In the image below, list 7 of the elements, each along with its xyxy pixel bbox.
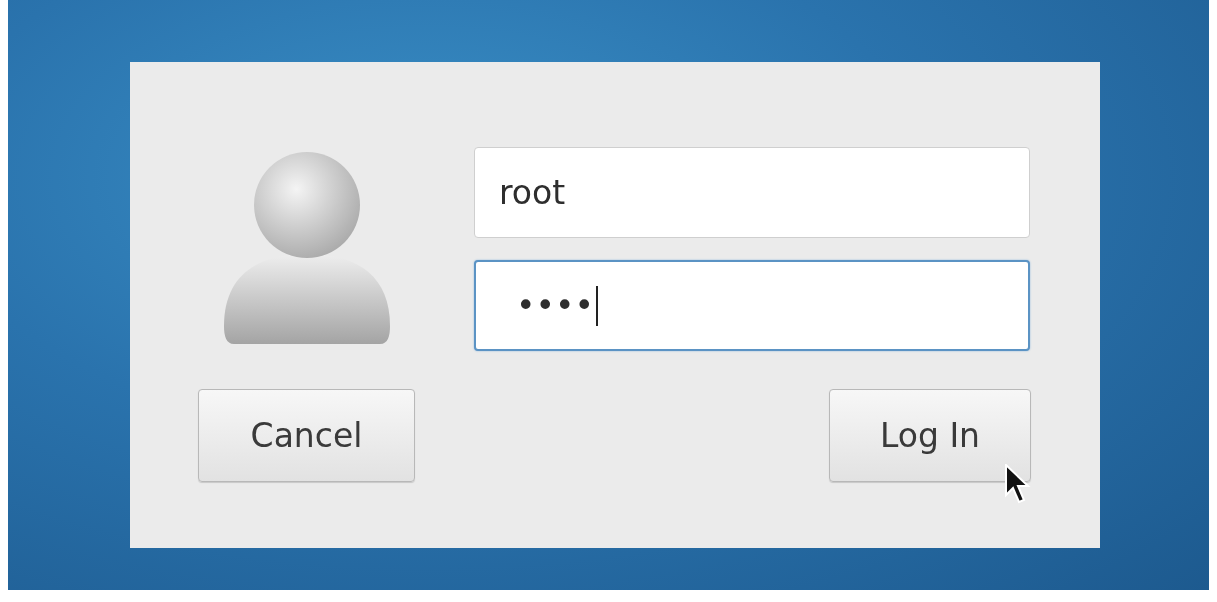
username-field[interactable]: root bbox=[474, 147, 1030, 238]
login-button[interactable]: Log In bbox=[829, 389, 1031, 482]
password-field[interactable]: •••• bbox=[474, 260, 1030, 351]
text-caret bbox=[595, 285, 598, 326]
mouse-pointer-icon bbox=[1005, 464, 1031, 504]
cancel-button[interactable]: Cancel bbox=[198, 389, 415, 482]
user-avatar-icon bbox=[223, 150, 390, 344]
